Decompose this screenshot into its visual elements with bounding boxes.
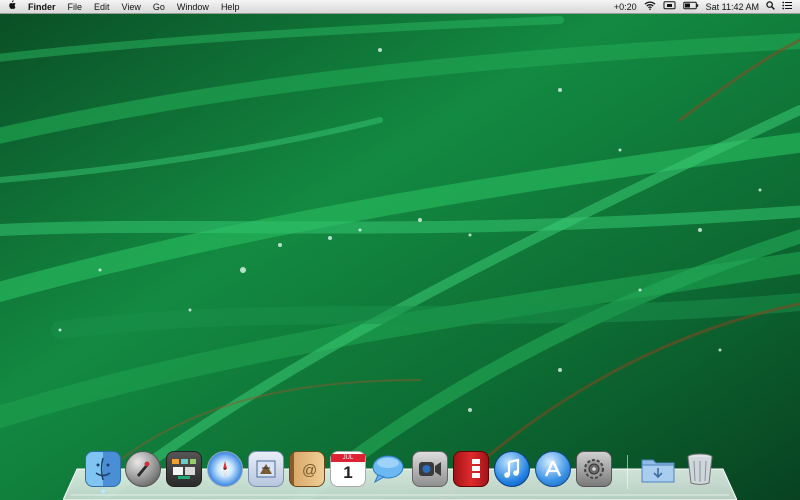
safari-icon[interactable] <box>207 451 243 487</box>
menu-app-name[interactable]: Finder <box>22 0 62 14</box>
calendar-day: 1 <box>343 463 353 482</box>
menu-file[interactable]: File <box>62 0 89 14</box>
menu-window[interactable]: Window <box>171 0 215 14</box>
calendar-month: JUL <box>331 454 365 462</box>
menu-edit[interactable]: Edit <box>88 0 116 14</box>
menu-view[interactable]: View <box>116 0 147 14</box>
app-store-icon[interactable] <box>535 451 571 487</box>
wifi-icon[interactable] <box>644 1 656 12</box>
mission-control-icon[interactable] <box>166 451 202 487</box>
calendar-icon[interactable]: JUL 1 <box>330 451 366 487</box>
system-preferences-icon[interactable] <box>576 451 612 487</box>
desktop-wallpaper <box>0 0 800 500</box>
downloads-folder-icon[interactable] <box>640 451 676 487</box>
svg-text:@: @ <box>302 462 317 479</box>
menu-bar: Finder File Edit View Go Window Help +0:… <box>0 0 800 14</box>
contacts-icon[interactable]: @ <box>289 451 325 487</box>
photo-booth-icon[interactable] <box>453 451 489 487</box>
apple-icon[interactable] <box>0 0 22 13</box>
search-icon[interactable] <box>766 1 775 12</box>
display-icon[interactable] <box>663 1 676 12</box>
mail-icon[interactable] <box>248 451 284 487</box>
dock: @ JUL 1 <box>82 451 722 493</box>
status-area: +0:20 Sat 11:42 AM <box>614 0 800 14</box>
volume-status[interactable]: +0:20 <box>614 0 637 14</box>
finder-icon[interactable] <box>85 451 121 487</box>
launchpad-icon[interactable] <box>125 451 161 487</box>
list-icon[interactable] <box>782 1 792 12</box>
finder-running-indicator <box>101 489 105 493</box>
dock-separator <box>627 455 628 489</box>
clock[interactable]: Sat 11:42 AM <box>706 0 759 14</box>
messages-icon[interactable] <box>371 451 407 487</box>
battery-icon[interactable] <box>682 1 699 12</box>
menu-help[interactable]: Help <box>215 0 246 14</box>
grass-image <box>0 0 800 500</box>
facetime-icon[interactable] <box>412 451 448 487</box>
trash-icon[interactable] <box>682 451 718 487</box>
menu-go[interactable]: Go <box>147 0 171 14</box>
itunes-icon[interactable] <box>494 451 530 487</box>
